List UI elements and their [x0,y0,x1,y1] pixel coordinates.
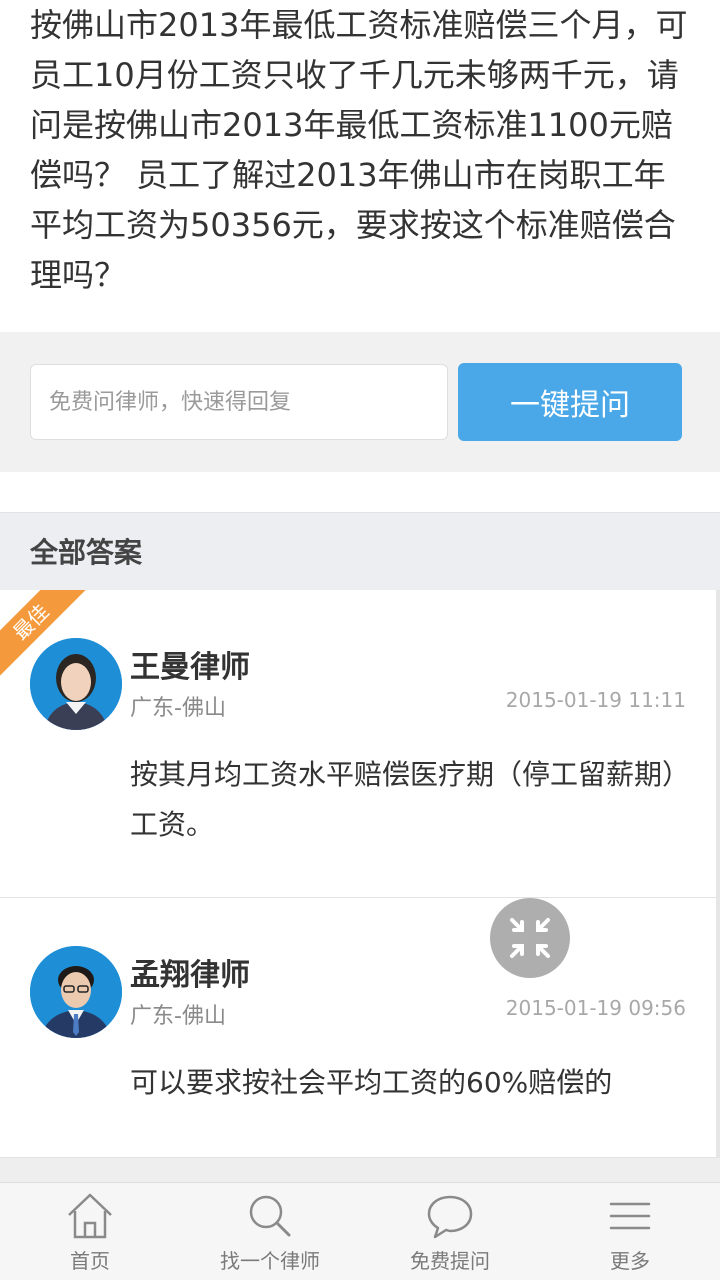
lawyer-location: 广东-佛山 [130,1004,226,1029]
question-text: 按佛山市2013年最低工资标准赔偿三个月，可员工10月份工资只收了千几元未够两千… [30,6,688,294]
ask-bar: 一键提问 [0,332,720,472]
answer-time: 2015-01-19 09:56 [505,996,686,1020]
nav-item-home[interactable]: 首页 [0,1183,180,1280]
lawyer-location: 广东-佛山 [130,696,226,721]
collapse-arrows-icon[interactable] [490,898,570,978]
lawyer-name[interactable]: 王曼律师 [130,642,250,686]
nav-label: 找一个律师 [220,1249,320,1273]
page: 按佛山市2013年最低工资标准赔偿三个月，可员工10月份工资只收了千几元未够两千… [0,0,720,1280]
avatar[interactable] [30,638,122,730]
menu-icon [609,1202,651,1230]
answer-text: 按其月均工资水平赔偿医疗期（停工留薪期）工资。 [130,758,691,841]
bottom-nav: 首页 找一个律师 免费提问 更多 [0,1182,720,1280]
divider [0,1158,720,1182]
nav-item-more[interactable]: 更多 [540,1183,720,1280]
question-section: 按佛山市2013年最低工资标准赔偿三个月，可员工10月份工资只收了千几元未够两千… [0,0,720,332]
spacer [0,472,720,512]
home-icon [68,1193,112,1239]
nav-label: 首页 [70,1249,110,1273]
chat-bubble-icon [427,1195,473,1239]
search-icon [249,1195,291,1237]
ask-input[interactable] [30,364,448,440]
nav-item-find-lawyer[interactable]: 找一个律师 [180,1183,360,1280]
avatar[interactable] [30,946,122,1038]
answer-text: 可以要求按社会平均工资的60%赔偿的 [130,1066,613,1099]
lawyer-name[interactable]: 孟翔律师 [130,950,250,994]
scroll-rail [716,590,720,1158]
nav-label: 免费提问 [410,1249,490,1273]
nav-item-free-ask[interactable]: 免费提问 [360,1183,540,1280]
answers-header: 全部答案 [0,512,720,590]
answer-time: 2015-01-19 11:11 [505,688,686,712]
nav-label: 更多 [610,1249,650,1273]
answer-card[interactable]: 孟翔律师 广东-佛山 2015-01-19 09:56 可以要求按社会平均工资的… [0,898,716,1158]
answer-card[interactable]: 最佳 王曼律师 广东-佛山 2015-01-19 11:11 按其月均工资水平赔… [0,590,716,898]
ask-button[interactable]: 一键提问 [458,363,682,441]
answers-title: 全部答案 [30,536,143,569]
